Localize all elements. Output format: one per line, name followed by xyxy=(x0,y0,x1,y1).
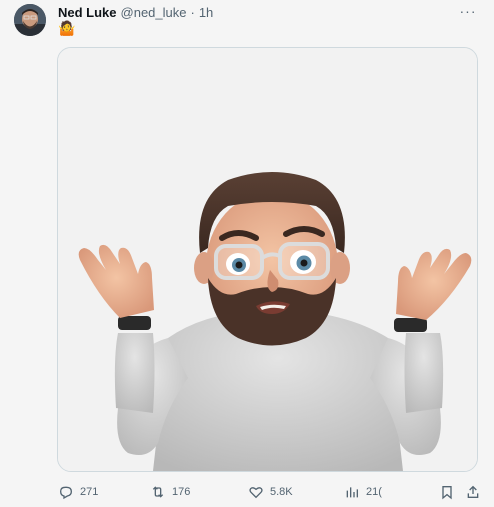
reply-count: 271 xyxy=(80,486,99,498)
tweet-header: Ned Luke @ned_luke · 1h xyxy=(58,3,213,21)
more-icon[interactable]: ··· xyxy=(458,2,478,20)
bookmark-button[interactable] xyxy=(438,483,456,501)
retweet-count: 176 xyxy=(172,486,191,498)
tweet-media-image[interactable] xyxy=(57,47,478,472)
like-icon xyxy=(249,487,263,499)
timestamp[interactable]: 1h xyxy=(199,5,213,20)
reply-icon xyxy=(59,486,73,500)
author-name[interactable]: Ned Luke xyxy=(58,5,117,20)
reply-button[interactable]: 271 xyxy=(58,481,98,503)
retweet-button[interactable]: 176 xyxy=(150,481,190,503)
views-count: 21( xyxy=(366,486,382,498)
avatar[interactable] xyxy=(14,4,46,36)
like-count: 5.8K xyxy=(270,486,293,498)
separator-dot: · xyxy=(190,4,195,20)
like-button[interactable]: 5.8K xyxy=(248,481,293,503)
share-icon xyxy=(467,485,479,498)
tweet[interactable]: Ned Luke @ned_luke · 1h ··· 🤷 271 176 5.… xyxy=(0,0,494,507)
tweet-actions: 271 176 5.8K 21( xyxy=(58,481,488,503)
avatar-image xyxy=(14,4,46,36)
bookmark-icon xyxy=(442,486,452,500)
views-icon xyxy=(346,487,358,498)
retweet-icon xyxy=(152,486,164,498)
share-button[interactable] xyxy=(464,483,482,501)
tweet-text-emoji: 🤷 xyxy=(58,20,76,36)
author-handle[interactable]: @ned_luke xyxy=(121,5,187,20)
views-button[interactable]: 21( xyxy=(344,481,382,503)
memoji-shrug-illustration xyxy=(58,48,477,471)
